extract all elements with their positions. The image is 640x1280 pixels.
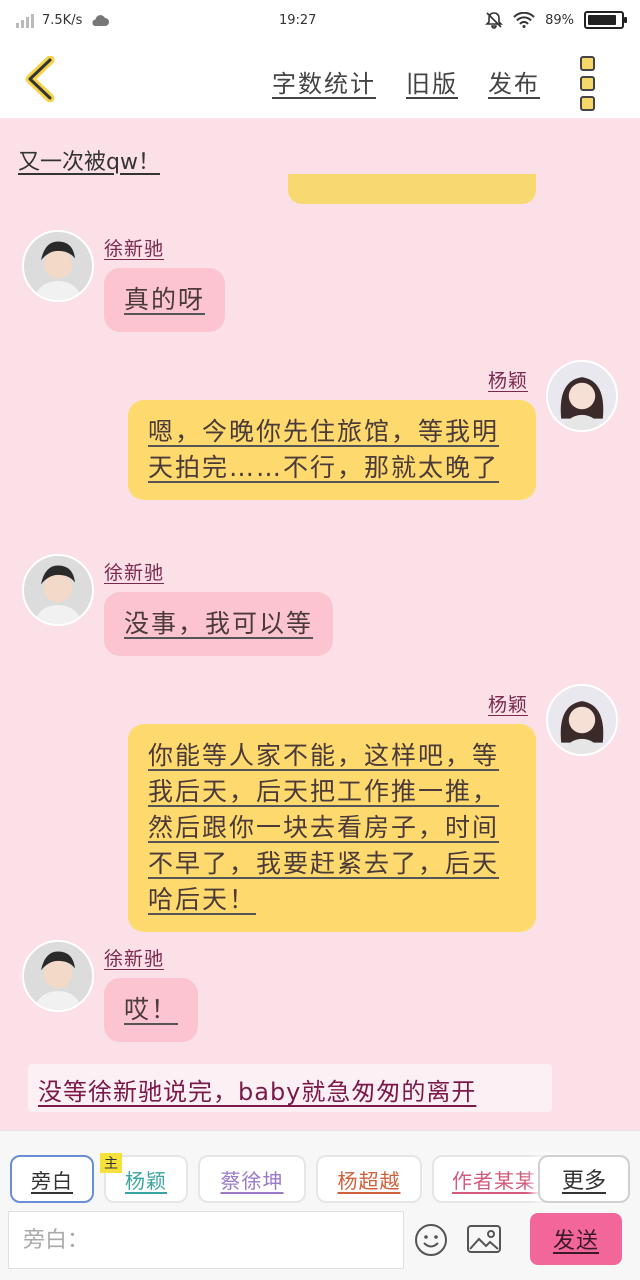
more-vertical-icon[interactable] [580,56,595,111]
role-selector: 旁白 杨颖 主 蔡徐坤 杨超越 作者某某君 更多 [0,1153,640,1205]
publish-link[interactable]: 发布 [488,64,540,99]
sender-name: 徐新驰 [104,948,165,970]
chat-area[interactable]: 又一次被qw！ 徐新驰 真的呀 杨颖 嗯，今晚你先住旅馆，等我明天拍完……不行，… [0,118,640,1130]
avatar-male[interactable] [22,940,94,1012]
message-text: 嗯，今晚你先住旅馆，等我明天拍完……不行，那就太晚了 [148,417,500,482]
narration-line[interactable]: 没等徐新驰说完，baby就急匆匆的离开 [28,1064,552,1112]
message-bubble[interactable]: 嗯，今晚你先住旅馆，等我明天拍完……不行，那就太晚了 [128,400,536,500]
signal-icon [16,12,34,28]
role-label: 杨颖 [125,1168,167,1193]
send-button[interactable]: 发送 [530,1213,622,1265]
word-count-link[interactable]: 字数统计 [272,64,376,99]
input-row: 发送 [0,1209,640,1273]
back-button[interactable] [22,55,62,103]
mute-bell-icon [485,12,504,29]
sender-name: 杨颖 [488,370,529,392]
sender-name: 徐新驰 [104,562,165,584]
role-chip-caixukun[interactable]: 蔡徐坤 [198,1155,306,1203]
message-input[interactable] [8,1211,404,1269]
more-roles-button[interactable]: 更多 [538,1155,630,1203]
message-text: 你能等人家不能，这样吧，等我后天，后天把工作推一推，然后跟你一块去看房子，时间不… [148,741,500,914]
battery-percent: 89% [545,12,574,28]
net-speed: 7.5K/s [42,12,83,28]
story-title: 又一次被qw！ [18,150,160,175]
cloud-icon [92,15,110,26]
message-text: 没事，我可以等 [124,609,314,638]
message-bubble[interactable]: 哎！ [104,978,199,1042]
avatar-female[interactable] [546,684,618,756]
more-label: 更多 [561,1169,606,1194]
wifi-icon [513,12,535,28]
status-bar: 7.5K/s 19:27 89% [0,0,640,40]
top-nav: 字数统计 旧版 发布 [0,40,640,118]
role-label: 蔡徐坤 [220,1168,284,1193]
role-label: 旁白 [31,1168,73,1193]
old-version-link[interactable]: 旧版 [406,64,458,99]
sender-name: 杨颖 [488,694,529,716]
message-bubble[interactable]: 没事，我可以等 [104,592,334,656]
avatar-male[interactable] [22,230,94,302]
status-left: 7.5K/s [16,12,110,28]
role-chip-yangchaoyue[interactable]: 杨超越 [316,1155,422,1203]
previous-bubble-tail [288,174,536,204]
nav-links: 字数统计 旧版 发布 [272,64,540,99]
chevron-left-icon [25,55,55,103]
role-chip-narrator[interactable]: 旁白 [10,1155,94,1203]
battery-icon [583,11,627,29]
emoji-icon[interactable] [414,1223,448,1257]
avatar-female[interactable] [546,360,618,432]
role-label: 杨超越 [337,1168,401,1193]
main-role-tag: 主 [100,1153,122,1173]
clock: 19:27 [278,12,317,28]
status-right: 89% [485,11,627,29]
image-icon[interactable] [466,1223,502,1255]
bottom-toolbar: 旁白 杨颖 主 蔡徐坤 杨超越 作者某某君 更多 发送 [0,1130,640,1280]
sender-name: 徐新驰 [104,238,165,260]
message-bubble[interactable]: 你能等人家不能，这样吧，等我后天，后天把工作推一推，然后跟你一块去看房子，时间不… [128,724,536,932]
message-text: 真的呀 [124,285,206,314]
message-bubble[interactable]: 真的呀 [104,268,226,332]
avatar-male[interactable] [22,554,94,626]
message-text: 哎！ [124,995,179,1024]
